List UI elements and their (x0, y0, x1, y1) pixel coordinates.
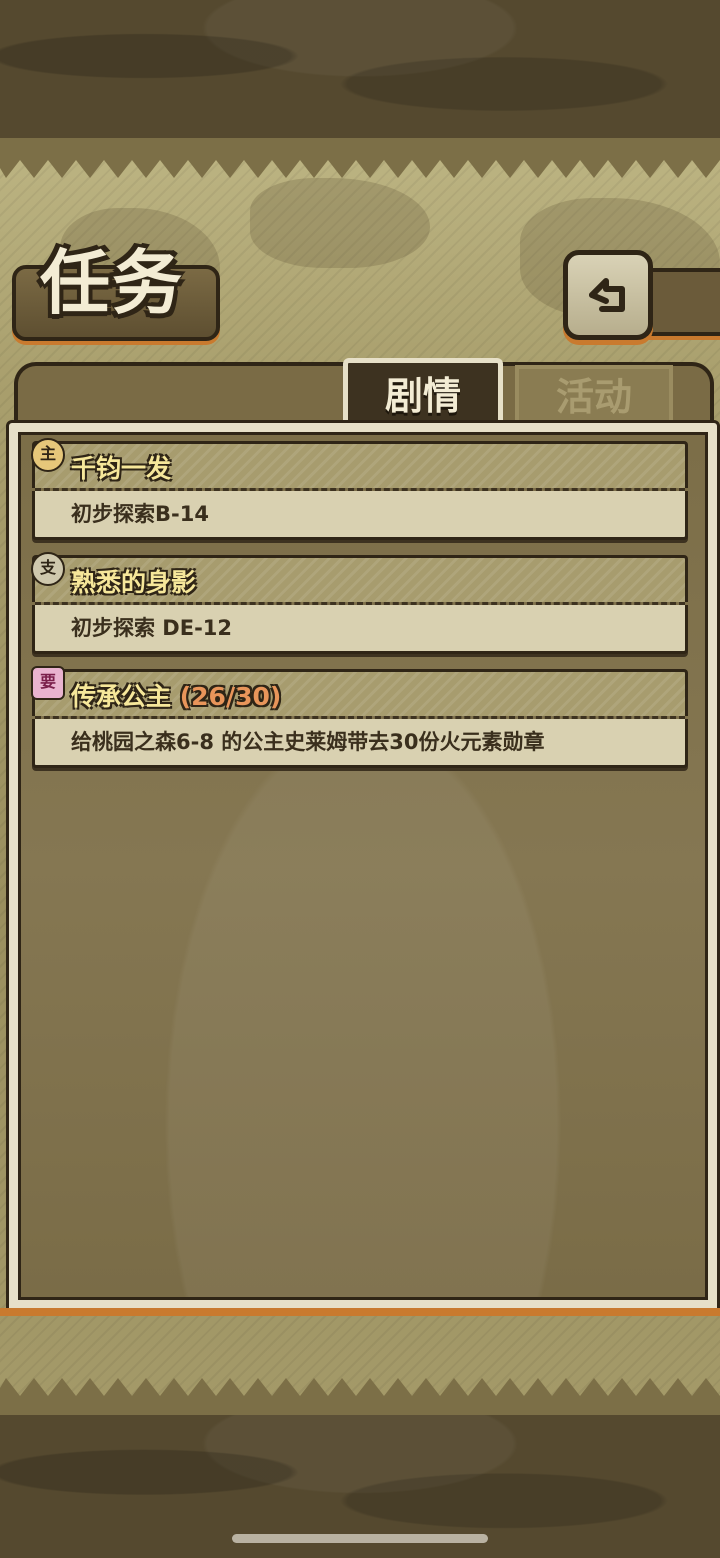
map-background-top (0, 0, 720, 140)
return-arrow-icon (589, 278, 625, 312)
tab-events[interactable]: 活动 (515, 365, 673, 425)
quest-body: 给桃园之森6-8 的公主史莱姆带去30份火元素勋章 (32, 719, 688, 768)
quest-description: 初步探索 DE-12 (71, 616, 233, 640)
quest-title: 传承公主 (26/30) (71, 682, 282, 711)
quest-body: 初步探索 DE-12 (32, 605, 688, 654)
quest-progress: (26/30) (179, 682, 282, 711)
page-title: 任务 (40, 241, 184, 324)
quest-item[interactable]: 主 千钧一发 初步探索B-14 (31, 438, 688, 540)
back-button[interactable] (563, 250, 653, 340)
quest-header: 要 传承公主 (26/30) (31, 666, 688, 716)
quest-screen: 任务 剧情 活动 主 千钧一发 初步探索B-14 支 熟悉的身影 初步探索 DE… (0, 0, 720, 1558)
quest-description: 初步探索B-14 (71, 502, 209, 526)
side-quest-badge-icon: 支 (31, 552, 65, 586)
quest-header: 主 千钧一发 (31, 438, 688, 488)
quest-description: 给桃园之森6-8 的公主史莱姆带去30份火元素勋章 (71, 730, 545, 754)
special-quest-badge-icon: 要 (31, 666, 65, 700)
quest-title: 熟悉的身影 (71, 568, 197, 597)
quest-item[interactable]: 支 熟悉的身影 初步探索 DE-12 (31, 552, 688, 654)
home-indicator[interactable] (232, 1534, 488, 1543)
quest-body: 初步探索B-14 (32, 491, 688, 540)
main-quest-badge-icon: 主 (31, 438, 65, 472)
quest-item[interactable]: 要 传承公主 (26/30) 给桃园之森6-8 的公主史莱姆带去30份火元素勋章 (31, 666, 688, 768)
zigzag-edge-bottom (0, 1378, 720, 1418)
quest-header: 支 熟悉的身影 (31, 552, 688, 602)
zigzag-edge-top (0, 138, 720, 178)
quest-title: 千钧一发 (71, 454, 172, 483)
panel-bottom-trim (0, 1308, 720, 1316)
